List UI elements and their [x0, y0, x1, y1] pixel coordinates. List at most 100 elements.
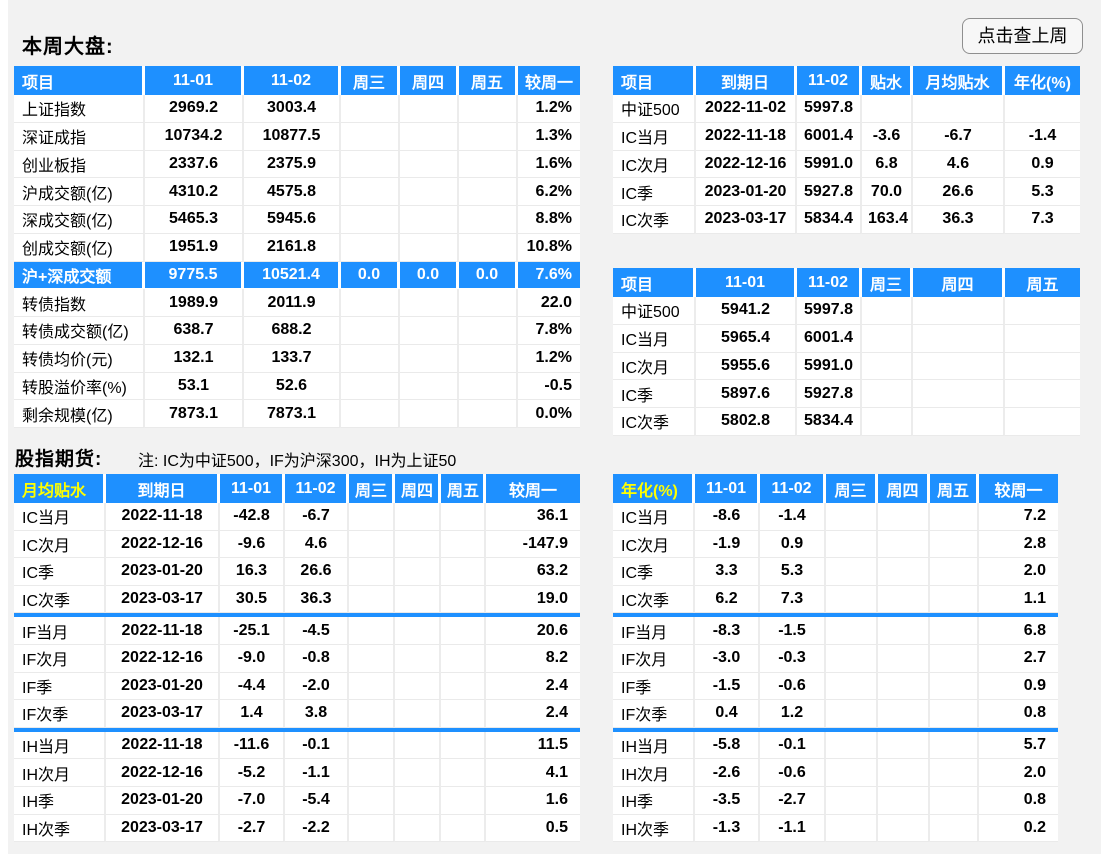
- view-last-week-button[interactable]: 点击查上周: [962, 18, 1083, 54]
- value-cell: [826, 503, 878, 531]
- value-cell: [930, 700, 979, 728]
- table-row: IC季 3.3 5.3 2.0: [613, 558, 1058, 586]
- value-cell: -2.0: [285, 672, 349, 701]
- table-row: IH当月 2022-11-18 -11.6 -0.1 11.5: [14, 731, 580, 760]
- row-label-cell: IH次季: [613, 814, 695, 843]
- value-cell: -42.8: [220, 503, 285, 531]
- row-label-cell: IC当月: [613, 122, 696, 151]
- value-cell: -0.8: [285, 644, 349, 673]
- value-cell: 0.5: [486, 814, 580, 843]
- value-cell: 1.1: [979, 585, 1058, 614]
- column-header: 11-02: [760, 474, 826, 503]
- value-cell: -1.1: [760, 814, 826, 843]
- value-cell: [349, 814, 395, 843]
- value-cell: [395, 644, 441, 673]
- value-cell: 0.8: [979, 700, 1058, 728]
- value-cell: [826, 558, 878, 586]
- value-cell: 26.6: [913, 178, 1005, 206]
- row-label-cell: IC季: [613, 178, 696, 206]
- row-label-cell: IH当月: [14, 731, 106, 760]
- value-cell: 5834.4: [797, 206, 862, 234]
- value-cell: [878, 503, 930, 531]
- value-cell: [913, 324, 1005, 353]
- table-row: IF次季 0.4 1.2 0.8: [613, 700, 1058, 728]
- value-cell: [862, 408, 913, 436]
- value-cell: [349, 700, 395, 728]
- value-cell: [930, 672, 979, 701]
- value-cell: 63.2: [486, 558, 580, 586]
- value-cell: 7.3: [1005, 206, 1080, 234]
- table-row: IH次月 -2.6 -0.6 2.0: [613, 759, 1058, 787]
- value-cell: 5941.2: [696, 297, 797, 325]
- value-cell: 2023-01-20: [696, 178, 797, 206]
- column-header: 周五: [441, 474, 486, 503]
- weekly-market-report-page: 本周大盘: 点击查上周 项目 11-01 11-02 周三 周四 周五 较周一 上证指数 296…: [0, 0, 1101, 854]
- value-cell: 22.0: [518, 289, 580, 317]
- row-label-cell: IC季: [14, 558, 106, 586]
- column-header: 项目: [14, 66, 145, 95]
- column-header: 周四: [395, 474, 441, 503]
- value-cell: [395, 786, 441, 815]
- value-cell: 2022-11-18: [106, 503, 220, 531]
- column-header: 11-01: [220, 474, 285, 503]
- value-cell: -4.5: [285, 617, 349, 645]
- row-label-cell: IF次月: [14, 644, 106, 673]
- value-cell: [341, 372, 400, 401]
- value-cell: 52.6: [244, 372, 341, 401]
- table-row: 中证500 5941.2 5997.8: [613, 297, 1080, 325]
- column-header: 到期日: [106, 474, 220, 503]
- value-cell: [395, 814, 441, 843]
- column-header: 11-01: [696, 268, 797, 297]
- table-row: 中证500 2022-11-02 5997.8: [613, 95, 1080, 123]
- row-label-cell: 中证500: [613, 95, 696, 123]
- value-cell: 70.0: [862, 178, 913, 206]
- value-cell: 11.5: [486, 731, 580, 760]
- value-cell: 2022-12-16: [106, 759, 220, 787]
- ic-price-table: 项目 11-01 11-02 周三 周四 周五 中证500 5941.2 5997.8 IC当月 5…: [613, 268, 1080, 436]
- table-row: IC当月 5965.4 6001.4: [613, 324, 1080, 353]
- value-cell: [459, 178, 518, 206]
- value-cell: [441, 700, 486, 728]
- row-label-cell: 深证成指: [14, 122, 145, 151]
- column-header: 周三: [349, 474, 395, 503]
- value-cell: [459, 372, 518, 401]
- table-row: 转债均价(元) 132.1 133.7 1.2%: [14, 344, 580, 373]
- value-cell: -11.6: [220, 731, 285, 760]
- value-cell: 1.3%: [518, 122, 580, 151]
- row-label-cell: 转股溢价率(%): [14, 372, 145, 401]
- value-cell: [441, 786, 486, 815]
- value-cell: [459, 206, 518, 234]
- value-cell: 2022-11-18: [106, 731, 220, 760]
- table-row: IC次季 5802.8 5834.4: [613, 408, 1080, 436]
- value-cell: [400, 150, 459, 179]
- row-label-cell: IF当月: [14, 617, 106, 645]
- row-label-cell: IH次月: [613, 759, 695, 787]
- value-cell: 2022-11-02: [696, 95, 797, 123]
- column-header: 较周一: [486, 474, 580, 503]
- value-cell: 2023-03-17: [106, 700, 220, 728]
- row-label-cell: IH季: [613, 786, 695, 815]
- column-header: 周三: [862, 268, 913, 297]
- value-cell: 6.2%: [518, 178, 580, 206]
- value-cell: 19.0: [486, 585, 580, 614]
- value-cell: [341, 178, 400, 206]
- value-cell: [913, 352, 1005, 381]
- value-cell: [400, 289, 459, 317]
- value-cell: -3.5: [695, 786, 760, 815]
- value-cell: 6001.4: [797, 324, 862, 353]
- value-cell: 8.8%: [518, 206, 580, 234]
- value-cell: 36.3: [913, 206, 1005, 234]
- value-cell: 10.8%: [518, 233, 580, 262]
- row-label-cell: IC次月: [613, 352, 696, 381]
- row-label-cell: 沪+深成交额: [14, 261, 145, 290]
- value-cell: [400, 372, 459, 401]
- market-overview-table: 项目 11-01 11-02 周三 周四 周五 较周一 上证指数 2969.2 3003.4 1.2…: [14, 66, 580, 428]
- value-cell: 6.2: [695, 585, 760, 614]
- value-cell: [349, 530, 395, 559]
- value-cell: [930, 644, 979, 673]
- row-label-cell: IF次月: [613, 644, 695, 673]
- column-header: 周四: [913, 268, 1005, 297]
- column-header: 11-02: [285, 474, 349, 503]
- column-header: 较周一: [518, 66, 580, 95]
- table-row: IH当月 -5.8 -0.1 5.7: [613, 731, 1058, 760]
